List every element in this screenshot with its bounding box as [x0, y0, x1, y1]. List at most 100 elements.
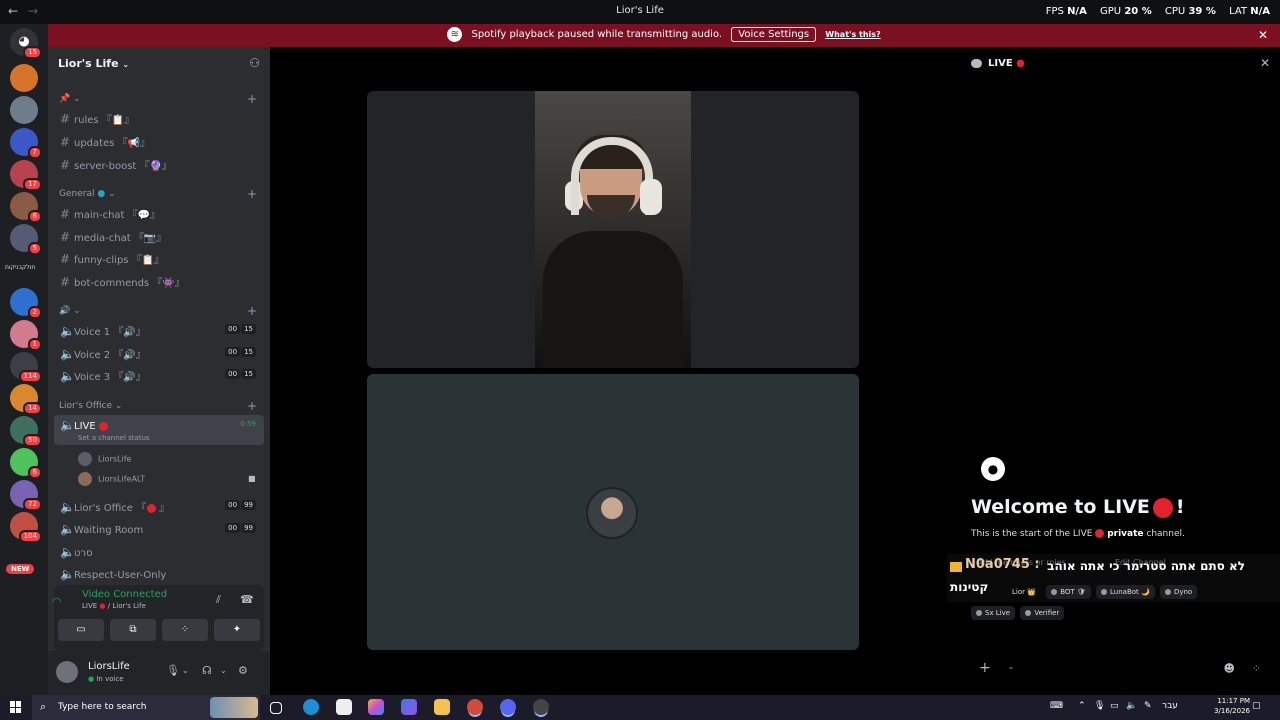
avatar[interactable]	[56, 661, 78, 683]
video-tile-camera[interactable]	[367, 91, 859, 368]
discord-icon[interactable]	[500, 699, 516, 715]
taskbar-search[interactable]: ⌕ Type here to search	[32, 695, 260, 720]
noise-suppression-icon[interactable]: ⫽	[216, 593, 221, 607]
channel-updates[interactable]: # updates 『📢』	[54, 131, 264, 151]
voice-channel-office[interactable]: 🔈Lior's Office 『 』 00 99	[54, 496, 264, 516]
pen-icon[interactable]: ✎	[1144, 701, 1152, 711]
add-channel-icon[interactable]: +	[247, 304, 257, 318]
volume-icon[interactable]: 🔈	[1126, 701, 1137, 711]
channel-bot-commends[interactable]: # bot-commends 『👾』	[54, 271, 264, 291]
server-icon[interactable]: 2	[10, 288, 42, 319]
clock[interactable]: 11:17 PM 3/16/2026	[1214, 696, 1250, 716]
apps-icon[interactable]: ⁘	[1252, 662, 1261, 675]
role-tag[interactable]: LunaBot 🌙	[1096, 585, 1155, 599]
username[interactable]: LiorsLife	[88, 661, 130, 672]
voice-user[interactable]: LiorsLife	[78, 452, 131, 466]
channel-funny-clips[interactable]: # funny-clips 『📋』	[54, 248, 264, 268]
add-channel-icon[interactable]: +	[247, 399, 257, 413]
add-channel-icon[interactable]: +	[247, 187, 257, 201]
category-label: General	[59, 189, 95, 199]
role-tag[interactable]: BOT 🛡	[1046, 585, 1091, 599]
category-pinned[interactable]: 📌 ⌄ +	[59, 92, 257, 106]
close-icon[interactable]: ✕	[1258, 28, 1268, 42]
disconnect-icon[interactable]: ☎	[240, 593, 254, 606]
discord-home-icon[interactable]: ◕ 15	[10, 28, 42, 59]
voice-channel-waiting-room[interactable]: 🔈Waiting Room 00 99	[54, 519, 264, 539]
server-icon[interactable]: 7	[10, 128, 42, 159]
message-input[interactable]: -	[1009, 661, 1013, 674]
activities-button[interactable]: ⁘	[162, 619, 208, 641]
file-explorer-icon[interactable]	[434, 699, 450, 715]
chevron-up-icon[interactable]: ⌃	[1078, 701, 1086, 711]
chevron-down-icon[interactable]: ⌄	[220, 666, 227, 675]
role-tag[interactable]: Sx Live	[971, 606, 1016, 620]
headphones-icon[interactable]: ☊	[202, 664, 212, 677]
server-icon[interactable]: 72	[10, 480, 42, 511]
server-icon[interactable]: 17	[10, 160, 42, 191]
role-tag[interactable]: Lior 👑	[1007, 585, 1041, 599]
server-icon[interactable]: 14	[10, 384, 42, 415]
server-icon[interactable]: 1	[10, 320, 42, 351]
role-tag[interactable]: Verifier	[1020, 606, 1065, 620]
channel-media-chat[interactable]: # media-chat 『📷』	[54, 226, 264, 246]
camera-toggle-button[interactable]: ▭	[58, 619, 104, 641]
video-tile-avatar[interactable]	[367, 374, 859, 650]
obs-icon[interactable]	[533, 699, 549, 715]
m365-icon[interactable]	[401, 699, 417, 715]
store-icon[interactable]	[336, 699, 352, 715]
server-icon[interactable]	[10, 64, 38, 92]
category-voice[interactable]: 🔊 ⌄ +	[59, 304, 257, 318]
language-indicator[interactable]: עבר	[1162, 701, 1178, 711]
chrome-icon[interactable]	[467, 699, 483, 715]
whats-this-link[interactable]: What's this?	[825, 30, 880, 39]
channel-rules[interactable]: # rules 『📋』	[54, 108, 264, 128]
voice-channel-1[interactable]: 🔈Voice 1 『🔊』 00 15	[54, 320, 264, 340]
close-icon[interactable]: ✕	[1260, 56, 1270, 70]
voice-connected-title[interactable]: Video Connected	[82, 589, 167, 600]
category-office[interactable]: Lior's Office ⌄ +	[59, 399, 257, 413]
chevron-down-icon[interactable]: ⌄	[182, 666, 189, 675]
emoji-icon[interactable]: ☻	[1224, 662, 1235, 675]
soundboard-button[interactable]: ✦	[214, 619, 260, 641]
microphone-icon[interactable]: 🎙	[166, 664, 180, 677]
voice-channel-movie[interactable]: 🔈סרט	[54, 542, 264, 562]
network-icon[interactable]: ▭	[1110, 701, 1119, 711]
edge-icon[interactable]	[303, 699, 319, 715]
new-servers-pill[interactable]: NEW	[6, 564, 35, 574]
search-placeholder: Type here to search	[58, 702, 147, 712]
screen-share-button[interactable]: ⧉	[110, 619, 156, 641]
server-icon[interactable]: 114	[10, 352, 42, 383]
channel-main-chat[interactable]: # main-chat 『💬』	[54, 203, 264, 223]
server-icon[interactable]: 5	[10, 224, 42, 255]
windows-start-icon[interactable]	[10, 701, 22, 713]
gear-icon[interactable]: ⚙	[238, 664, 248, 677]
voice-channel-2[interactable]: 🔈Voice 2 『🔊』 00 15	[54, 343, 264, 363]
invite-member-icon[interactable]: ⚇	[249, 56, 260, 70]
server-icon[interactable]: 6	[10, 192, 42, 223]
channel-status-input[interactable]: Set a channel status	[78, 434, 258, 442]
server-icon[interactable]: 6	[10, 448, 42, 479]
plus-icon[interactable]: +	[979, 660, 991, 676]
chat-input-bar[interactable]: + - ☻ ⁘	[963, 655, 1273, 685]
server-icon[interactable]	[10, 96, 38, 124]
voice-settings-button[interactable]: Voice Settings	[731, 27, 817, 42]
signal-icon[interactable]: ◠	[52, 595, 62, 608]
server-text-label[interactable]: חולקבניקות	[5, 264, 35, 271]
category-general[interactable]: General ● ⌄ +	[59, 187, 257, 201]
task-view-icon[interactable]	[270, 702, 282, 714]
guild-header[interactable]: Lior's Life ⌄ ⚇	[48, 47, 270, 81]
keyboard-icon[interactable]: ⌨	[1050, 701, 1063, 711]
server-icon[interactable]: 104	[10, 512, 42, 543]
role-tag[interactable]: Dyno	[1159, 585, 1198, 599]
notifications-icon[interactable]: ▢	[1252, 701, 1261, 711]
voice-connected-subtitle[interactable]: LIVE ● / Lior's Life	[82, 602, 146, 610]
server-icon[interactable]: 50	[10, 416, 42, 447]
copilot-icon[interactable]	[368, 699, 384, 715]
voice-channel-respect[interactable]: 🔈Respect-User-Only	[54, 564, 264, 584]
add-channel-icon[interactable]: +	[247, 92, 257, 106]
microphone-icon[interactable]: 🎙	[1094, 701, 1105, 711]
channel-server-boost[interactable]: # server-boost 『🔮』	[54, 154, 264, 174]
voice-channel-live[interactable]: 🔈LIVE 0:59 Set a channel status	[54, 415, 264, 445]
voice-user[interactable]: LiorsLifeALT ■	[78, 472, 256, 486]
voice-channel-3[interactable]: 🔈Voice 3 『🔊』 00 15	[54, 365, 264, 385]
